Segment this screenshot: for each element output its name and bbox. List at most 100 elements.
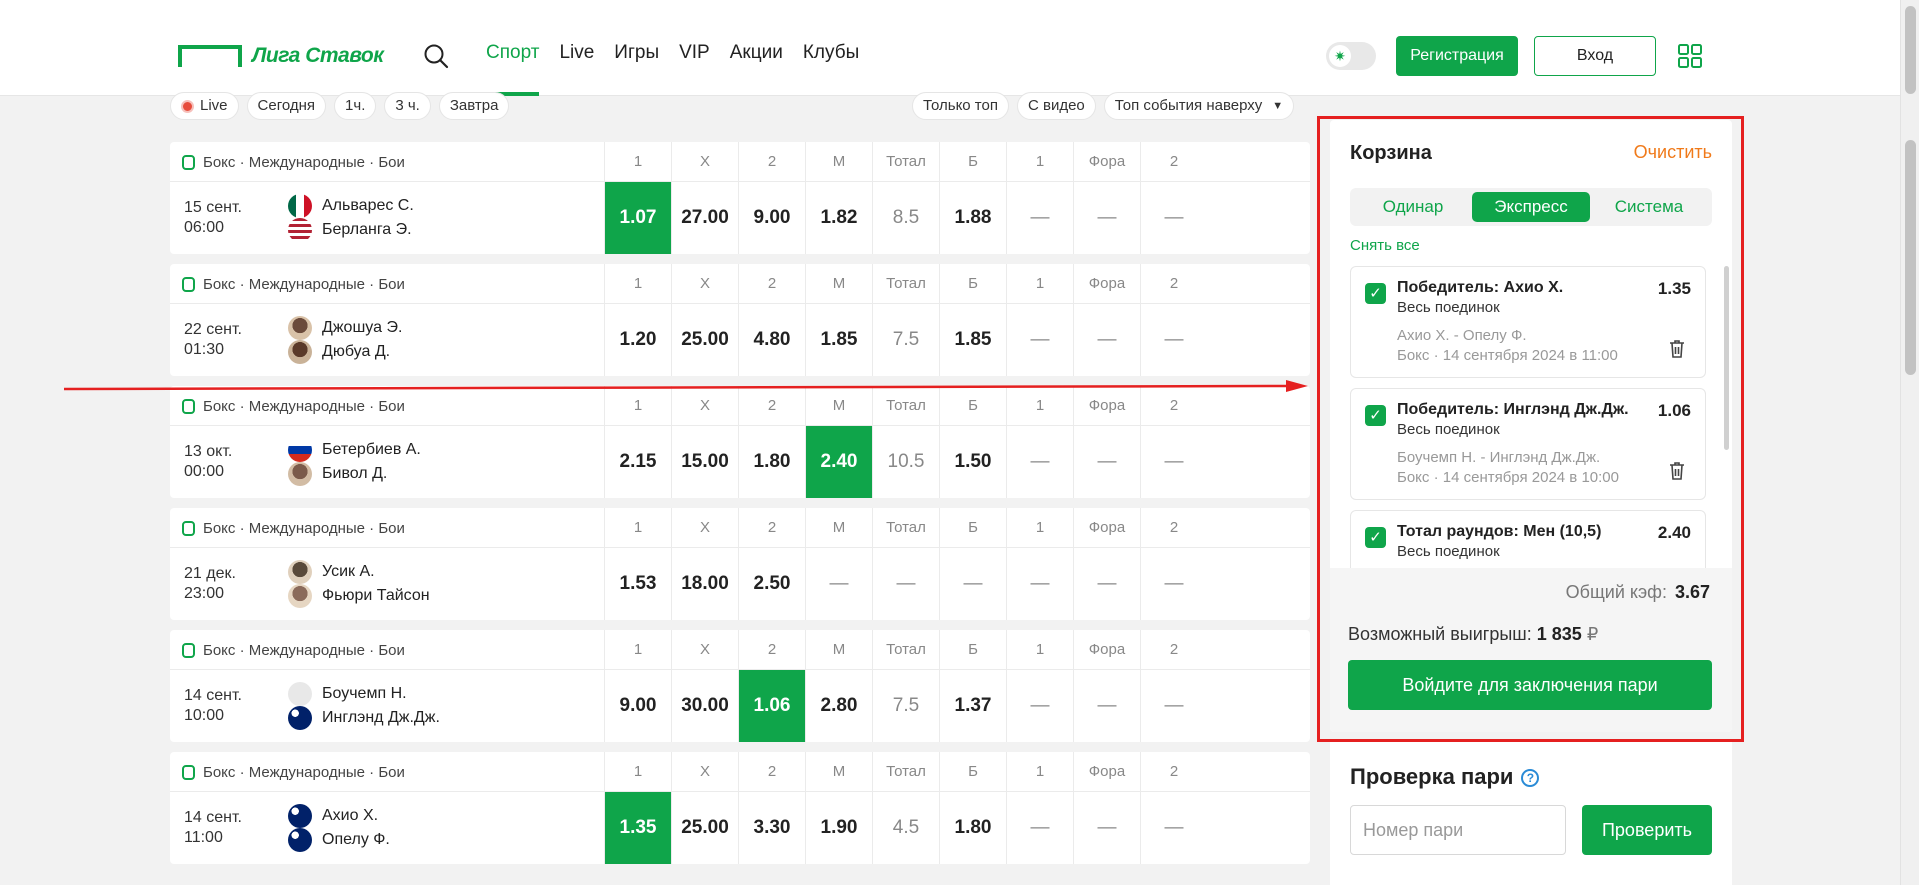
trash-icon[interactable]	[1669, 461, 1685, 481]
register-button[interactable]: Регистрация	[1396, 36, 1518, 76]
event-league[interactable]: Бокс · Международные · Бои	[182, 398, 405, 415]
odds-button[interactable]: 25.00	[672, 792, 738, 864]
odds-button[interactable]: 1.53	[605, 548, 671, 620]
odds-button[interactable]: 1.85	[940, 304, 1006, 376]
odds-button: —	[963, 573, 983, 594]
event-datetime: 15 сент. 06:00	[184, 198, 242, 238]
scrollbar-thumb-top[interactable]	[1905, 6, 1916, 94]
odds-button[interactable]: 1.80	[739, 426, 805, 498]
filter-tomorrow[interactable]: Завтра	[438, 92, 510, 120]
tab-express[interactable]: Экспресс	[1472, 192, 1590, 222]
odds-button[interactable]: 1.88	[940, 182, 1006, 254]
filter-live[interactable]: Live	[170, 92, 239, 120]
odds-button[interactable]: 1.90	[806, 792, 872, 864]
clear-button[interactable]: Очистить	[1634, 142, 1712, 163]
event-row[interactable]: Бокс · Международные · Бои 15 сент. 06:00 А…	[170, 142, 1310, 254]
checkbox-checked-icon[interactable]: ✓	[1365, 405, 1386, 426]
odds-button[interactable]: 7.5	[873, 304, 939, 376]
odds-button: —	[829, 573, 849, 594]
odds-button[interactable]: 1.37	[940, 670, 1006, 742]
filter-1h[interactable]: 1ч.	[334, 92, 377, 120]
odds-button[interactable]: 15.00	[672, 426, 738, 498]
odds-button[interactable]: 3.30	[739, 792, 805, 864]
market-column: 2 1.80	[738, 386, 805, 498]
event-row[interactable]: Бокс · Международные · Бои 13 окт. 00:00 Бе…	[170, 386, 1310, 498]
market-column: М 2.80	[805, 630, 872, 742]
market-column: 1—	[1006, 264, 1073, 376]
filter-3h[interactable]: 3 ч.	[384, 92, 431, 120]
bet-list-scrollbar[interactable]	[1724, 266, 1729, 450]
odds-button[interactable]: 1.20	[605, 304, 671, 376]
odds-button[interactable]: 27.00	[672, 182, 738, 254]
odds-button[interactable]: 25.00	[672, 304, 738, 376]
search-icon[interactable]	[422, 42, 450, 70]
market-label: 1	[605, 752, 671, 792]
nav-promos[interactable]: Акции	[730, 42, 783, 94]
odds-button[interactable]: 1.07	[605, 182, 671, 254]
market-column: X 30.00	[671, 630, 738, 742]
place-bet-login-button[interactable]: Войдите для заключения пари	[1348, 660, 1712, 710]
odds-button[interactable]: 9.00	[605, 670, 671, 742]
event-teams[interactable]: Боучемп Н. Инглэнд Дж.Дж.	[288, 682, 440, 730]
odds-button[interactable]: 2.80	[806, 670, 872, 742]
theme-toggle[interactable]: ✷	[1326, 42, 1376, 70]
trash-icon[interactable]	[1669, 339, 1685, 359]
odds-button[interactable]: 1.80	[940, 792, 1006, 864]
tab-single[interactable]: Одинар	[1354, 192, 1472, 222]
odds-button[interactable]: 1.85	[806, 304, 872, 376]
odds-button[interactable]: 2.40	[806, 426, 872, 498]
odds-button[interactable]: 7.5	[873, 670, 939, 742]
odds-button[interactable]: 1.50	[940, 426, 1006, 498]
odds-button[interactable]: 4.80	[739, 304, 805, 376]
filter-today[interactable]: Сегодня	[246, 92, 327, 120]
scrollbar-thumb[interactable]	[1905, 140, 1916, 375]
event-row[interactable]: Бокс · Международные · Бои 14 сент. 10:00 Б…	[170, 630, 1310, 742]
checkbox-checked-icon[interactable]: ✓	[1365, 283, 1386, 304]
event-teams[interactable]: Альварес С. Берланга Э.	[288, 194, 414, 242]
odds-button[interactable]: 10.5	[873, 426, 939, 498]
odds-button[interactable]: 4.5	[873, 792, 939, 864]
team: Берланга Э.	[288, 218, 414, 242]
market-column: Фора —	[1073, 142, 1140, 254]
login-button[interactable]: Вход	[1534, 36, 1656, 76]
odds-button[interactable]: 1.06	[739, 670, 805, 742]
event-league[interactable]: Бокс · Международные · Бои	[182, 154, 405, 171]
market-column: X 15.00	[671, 386, 738, 498]
event-row[interactable]: Бокс · Международные · Бои 14 сент. 11:00 А…	[170, 752, 1310, 864]
sort-dropdown[interactable]: Топ события наверху ▼	[1103, 92, 1295, 120]
event-row[interactable]: Бокс · Международные · Бои 21 дек. 23:00 Ус…	[170, 508, 1310, 620]
nav-vip[interactable]: VIP	[679, 42, 710, 94]
event-row[interactable]: Бокс · Международные · Бои 22 сент. 01:30 Д…	[170, 264, 1310, 376]
logo[interactable]: Лига Ставок	[178, 44, 384, 68]
filter-top-only[interactable]: Только топ	[912, 92, 1009, 120]
odds-button[interactable]: 1.82	[806, 182, 872, 254]
event-teams[interactable]: Бетербиев А. Бивол Д.	[288, 438, 421, 486]
event-league[interactable]: Бокс · Международные · Бои	[182, 642, 405, 659]
page-scrollbar[interactable]	[1900, 0, 1919, 885]
filter-with-video[interactable]: С видео	[1016, 92, 1096, 120]
check-button[interactable]: Проверить	[1582, 805, 1712, 855]
odds-button[interactable]: 2.15	[605, 426, 671, 498]
odds-button[interactable]: 9.00	[739, 182, 805, 254]
tab-system[interactable]: Система	[1590, 192, 1708, 222]
odds-button[interactable]: 18.00	[672, 548, 738, 620]
checkbox-checked-icon[interactable]: ✓	[1365, 527, 1386, 548]
odds-button[interactable]: 2.50	[739, 548, 805, 620]
nav-clubs[interactable]: Клубы	[803, 42, 859, 94]
nav-games[interactable]: Игры	[614, 42, 659, 94]
event-teams[interactable]: Ахио Х. Опелу Ф.	[288, 804, 390, 852]
event-league[interactable]: Бокс · Международные · Бои	[182, 520, 405, 537]
event-league[interactable]: Бокс · Международные · Бои	[182, 764, 405, 781]
odds-button[interactable]: 30.00	[672, 670, 738, 742]
bet-number-input[interactable]	[1350, 805, 1566, 855]
odds-button[interactable]: 8.5	[873, 182, 939, 254]
apps-grid-icon[interactable]	[1678, 44, 1702, 68]
nav-live[interactable]: Live	[559, 42, 594, 94]
event-teams[interactable]: Усик А. Фьюри Тайсон	[288, 560, 430, 608]
nav-sport[interactable]: Спорт	[486, 42, 540, 96]
event-teams[interactable]: Джошуа Э. Дюбуа Д.	[288, 316, 402, 364]
remove-all-button[interactable]: Снять все	[1350, 237, 1420, 254]
event-league[interactable]: Бокс · Международные · Бои	[182, 276, 405, 293]
help-icon[interactable]: ?	[1521, 769, 1540, 787]
odds-button[interactable]: 1.35	[605, 792, 671, 864]
